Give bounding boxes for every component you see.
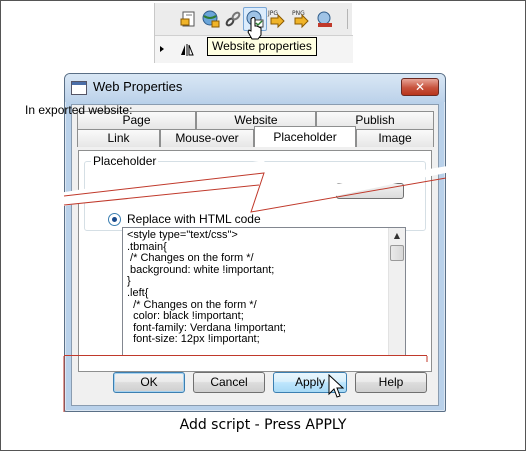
vertical-scrollbar[interactable]: ▲ <box>388 228 405 355</box>
replace-html-radio[interactable] <box>108 212 121 226</box>
radio-label: Replace with HTML code <box>127 212 261 226</box>
jpg-label: JPG <box>267 10 278 17</box>
scroll-thumb[interactable] <box>390 245 404 261</box>
exported-label: In exported website: <box>25 103 133 117</box>
png-export-icon[interactable]: PNG <box>289 7 313 31</box>
browse-button[interactable] <box>336 183 404 199</box>
tab-image[interactable]: Image <box>356 129 434 147</box>
jpg-export-icon[interactable]: JPG <box>265 7 289 31</box>
scroll-up-icon[interactable]: ▲ <box>389 228 405 244</box>
html-code-text: <style type="text/css"> .tbmain{ /* Chan… <box>127 229 286 346</box>
caption: Add script - Press APPLY <box>179 417 347 433</box>
arrow-cursor-icon <box>328 374 344 398</box>
titlebar[interactable]: Web Properties ✕ <box>65 74 445 102</box>
html-code-textarea[interactable]: <style type="text/css"> .tbmain{ /* Chan… <box>122 227 406 356</box>
replace-html-radio-row[interactable]: Replace with HTML code <box>108 211 261 227</box>
tab-mouse-over[interactable]: Mouse-over <box>160 129 254 147</box>
window-icon <box>71 81 87 95</box>
preview-icon[interactable] <box>313 7 337 31</box>
tab-link[interactable]: Link <box>77 129 160 147</box>
align-icons[interactable] <box>155 36 215 62</box>
close-button[interactable]: ✕ <box>401 78 439 96</box>
toolbar-separator <box>347 9 348 29</box>
cancel-button[interactable]: Cancel <box>193 372 265 393</box>
help-button[interactable]: Help <box>355 372 427 393</box>
link-icon[interactable] <box>221 7 245 31</box>
dialog-title: Web Properties <box>93 79 183 94</box>
ok-button[interactable]: OK <box>113 372 185 393</box>
hand-cursor-icon <box>247 17 262 40</box>
group-label: Placeholder <box>91 154 159 168</box>
globe-icon[interactable] <box>199 7 223 31</box>
page-icon[interactable] <box>177 7 201 31</box>
tab-placeholder[interactable]: Placeholder <box>254 126 356 147</box>
